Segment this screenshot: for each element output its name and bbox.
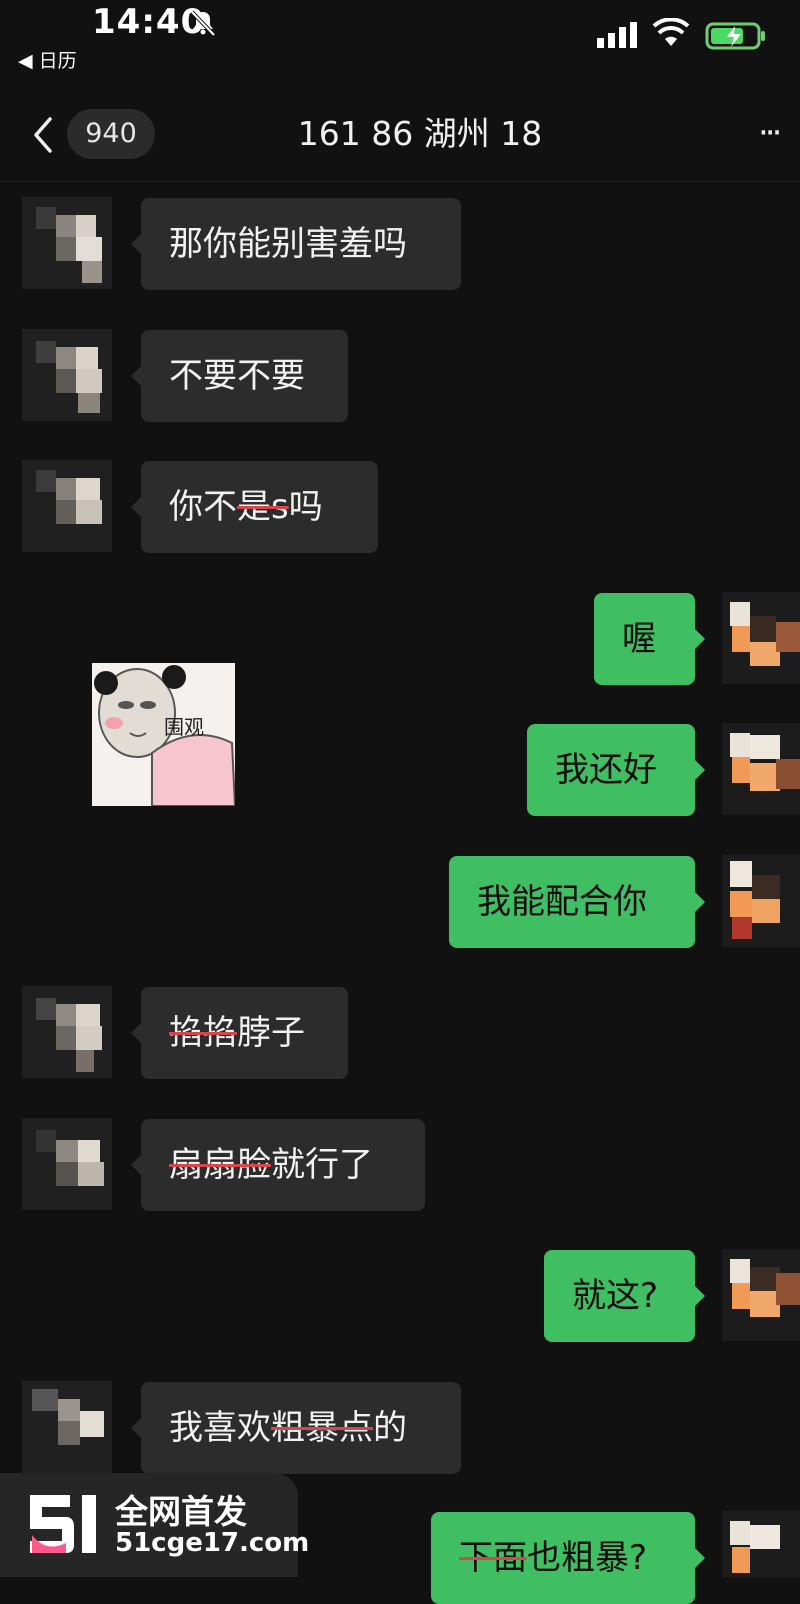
- more-options-button[interactable]: ···: [758, 113, 783, 153]
- message-text: 也粗暴?: [527, 1538, 648, 1578]
- censored-text: 下面: [459, 1538, 527, 1578]
- avatar[interactable]: [22, 329, 112, 421]
- avatar[interactable]: [22, 197, 112, 289]
- censored-text: 掐掐: [169, 1013, 237, 1053]
- back-to-app-link[interactable]: ◀ 日历: [18, 46, 77, 73]
- message-text: 吗: [288, 487, 323, 527]
- battery-charging-icon: [705, 22, 765, 50]
- message-text: 脖子: [237, 1013, 305, 1053]
- incoming-message-bubble[interactable]: 你不是s吗: [131, 461, 378, 553]
- watermark-url: 51cge17.com: [115, 1528, 310, 1558]
- censored-text: 粗暴点: [271, 1408, 373, 1448]
- chat-title: 161 86 湖州 18: [297, 114, 543, 153]
- incoming-message-bubble[interactable]: 扇扇脸就行了: [131, 1119, 425, 1211]
- cellular-signal-icon: [597, 22, 637, 48]
- avatar[interactable]: [722, 1249, 800, 1341]
- watermark-title: 全网首发: [115, 1492, 247, 1531]
- sticker-caption: 围观: [164, 715, 204, 739]
- incoming-message-bubble[interactable]: 我喜欢粗暴点的: [131, 1382, 461, 1474]
- avatar[interactable]: [722, 855, 800, 947]
- message-text: 我喜欢: [169, 1408, 271, 1448]
- avatar[interactable]: [22, 1381, 112, 1473]
- status-bar: 14:40 ◀ 日历: [0, 0, 800, 95]
- sticker-image[interactable]: 围观: [92, 663, 235, 806]
- chat-header: 940 161 86 湖州 18 ···: [0, 95, 800, 182]
- unread-count-badge[interactable]: 940: [67, 109, 155, 159]
- avatar[interactable]: [22, 460, 112, 552]
- message-text: 你不: [169, 487, 237, 527]
- message-text: 的: [373, 1408, 407, 1448]
- wifi-icon: [652, 18, 690, 46]
- watermark-overlay: 全网首发 51cge17.com: [0, 1473, 309, 1577]
- message-text: 就行了: [271, 1145, 373, 1185]
- incoming-message-bubble[interactable]: 不要不要: [131, 330, 348, 422]
- bell-muted-icon: [190, 10, 216, 37]
- incoming-message-bubble[interactable]: 掐掐脖子: [131, 987, 348, 1079]
- outgoing-message-bubble[interactable]: 就这?: [544, 1250, 705, 1342]
- avatar[interactable]: [722, 592, 800, 684]
- avatar[interactable]: [22, 986, 112, 1078]
- avatar[interactable]: [722, 1511, 800, 1577]
- outgoing-message-bubble[interactable]: 我能配合你: [449, 856, 705, 948]
- outgoing-message-bubble[interactable]: 喔: [594, 593, 705, 685]
- avatar[interactable]: [22, 1118, 112, 1210]
- outgoing-message-bubble[interactable]: 我还好: [527, 724, 705, 816]
- incoming-message-bubble[interactable]: 那你能别害羞吗: [131, 198, 461, 290]
- avatar[interactable]: [722, 723, 800, 815]
- outgoing-message-bubble[interactable]: 下面也粗暴?: [431, 1512, 705, 1604]
- site-logo-icon: [30, 1495, 96, 1553]
- censored-text: 扇扇脸: [169, 1145, 271, 1185]
- back-chevron-icon[interactable]: [28, 113, 58, 157]
- censored-text: 是s: [237, 487, 289, 527]
